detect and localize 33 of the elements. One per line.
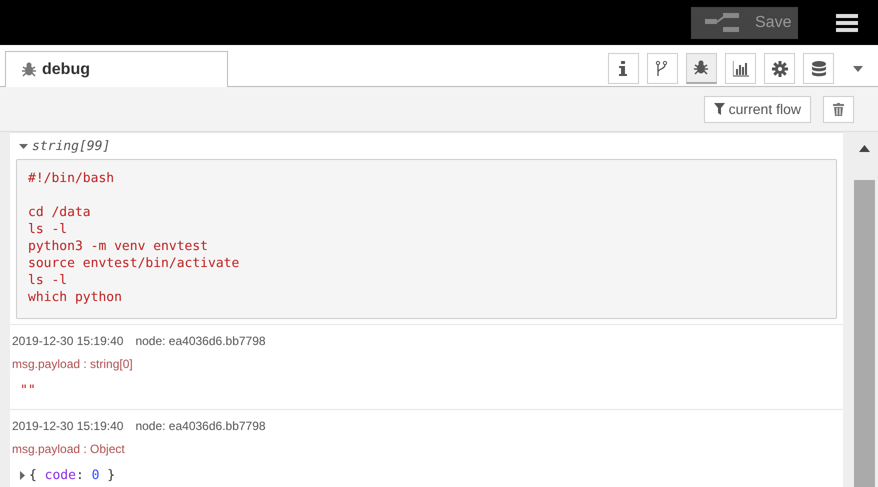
filter-button[interactable]: current flow: [704, 96, 811, 122]
node-id: node: ea4036d6.bb7798: [135, 334, 266, 348]
payload-label: msg.payload : string[0]: [12, 357, 134, 371]
flow-icon: [705, 12, 739, 32]
caret-icon[interactable]: [853, 66, 863, 72]
database-icon: [810, 60, 826, 76]
string-value: "": [20, 382, 36, 398]
menu-icon[interactable]: [836, 14, 858, 32]
bar-chart-button[interactable]: [725, 53, 756, 84]
payload-label: msg.payload : Object: [12, 442, 126, 456]
debug-tab[interactable]: debug: [5, 51, 228, 87]
settings-icon: [772, 60, 788, 76]
object-preview: { code: 0 }: [29, 468, 116, 482]
bug-icon: [22, 62, 36, 77]
timestamp: 2019-12-30 15:19:40: [12, 419, 124, 433]
node-id: node: ea4036d6.bb7798: [135, 419, 266, 433]
timestamp: 2019-12-30 15:19:40: [12, 334, 124, 348]
trash-icon: [833, 102, 844, 116]
bug-button[interactable]: [686, 53, 717, 84]
bar-chart-icon: [732, 60, 748, 76]
scroll-up-icon[interactable]: [859, 145, 870, 152]
scrollbar-thumb[interactable]: [854, 180, 875, 487]
bug-icon: [694, 60, 710, 76]
database-button[interactable]: [803, 53, 834, 84]
settings-button[interactable]: [764, 53, 795, 84]
collapse-icon[interactable]: [19, 144, 28, 149]
type-label: string[99]: [32, 139, 110, 154]
branch-button[interactable]: [647, 53, 678, 84]
expand-icon[interactable]: [20, 470, 25, 480]
info-button[interactable]: [608, 53, 639, 84]
clear-button[interactable]: [823, 96, 854, 122]
string-value: #!/bin/bash cd /data ls -l python3 -m venv envtest source envtest/bin/activate ls -l which python: [16, 159, 837, 319]
filter-icon: [714, 103, 725, 115]
